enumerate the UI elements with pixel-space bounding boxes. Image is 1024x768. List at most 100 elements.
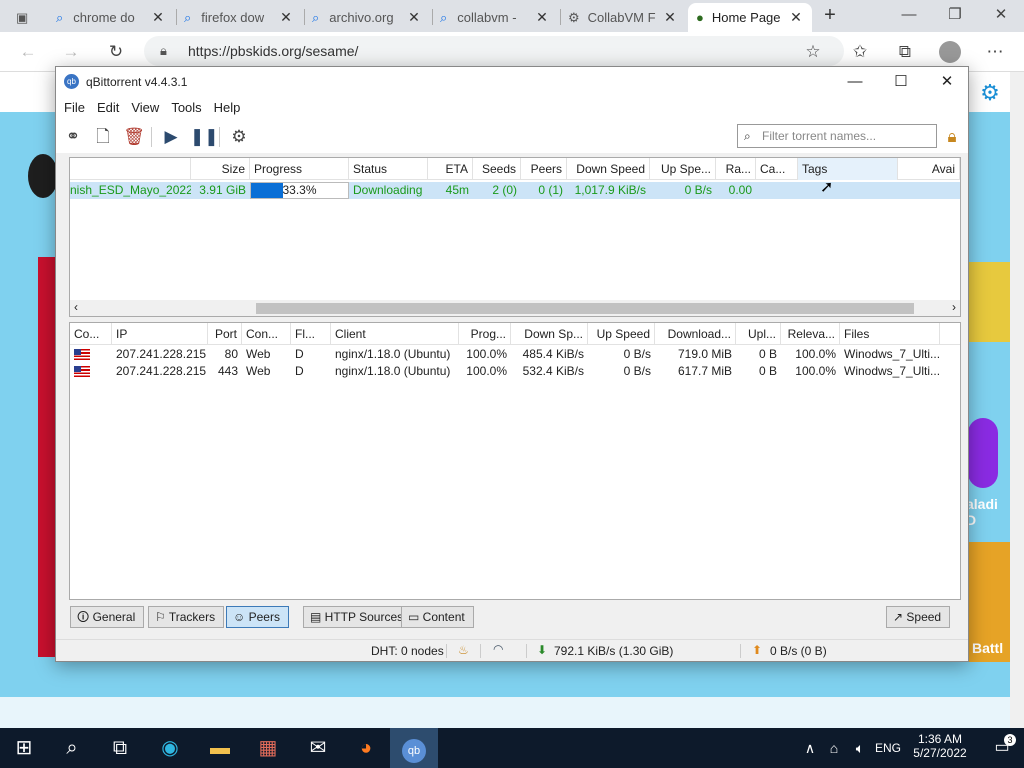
col-name[interactable] [70, 158, 191, 180]
tab-content[interactable]: ▭ Content [401, 606, 474, 628]
browser-tab[interactable]: ⌕ chrome do ✕ [48, 3, 174, 32]
add-torrent-link-icon[interactable]: ⚭ [61, 125, 85, 149]
firefox-icon[interactable]: ◕ [342, 728, 390, 768]
col-country[interactable]: Co... [70, 323, 112, 345]
browser-tab[interactable]: ⚙ CollabVM F ✕ [560, 3, 686, 32]
col-down-speed[interactable]: Down Speed [567, 158, 650, 180]
close-tab-icon[interactable]: ✕ [788, 9, 804, 26]
maximize-icon[interactable]: ☐ [878, 67, 924, 97]
col-size[interactable]: Size [191, 158, 250, 180]
search-icon[interactable]: ⌕ [48, 728, 96, 768]
new-tab-icon[interactable]: + [818, 4, 842, 28]
close-icon[interactable]: ✕ [978, 0, 1024, 30]
task-view-icon[interactable]: ⧉ [96, 728, 144, 768]
restore-icon[interactable]: ❐ [932, 0, 978, 30]
more-menu-icon[interactable]: ⋯ [982, 39, 1008, 65]
filter-torrent-input[interactable]: ⌕ Filter torrent names... [737, 124, 937, 148]
store-icon[interactable]: ▦ [244, 728, 292, 768]
resume-icon[interactable]: ▶ [159, 125, 183, 149]
peer-row[interactable]: 207.241.228.215 80 Web D nginx/1.18.0 (U… [70, 346, 960, 363]
col-peer-progress[interactable]: Prog... [459, 323, 511, 345]
settings-gear-icon[interactable]: ⚙ [977, 80, 1003, 106]
collections-icon[interactable]: ⧉ [892, 39, 918, 65]
col-peers[interactable]: Peers [521, 158, 567, 180]
browser-tab[interactable]: ⌕ firefox dow ✕ [176, 3, 302, 32]
mail-icon[interactable]: ✉ [294, 728, 342, 768]
close-tab-icon[interactable]: ✕ [406, 9, 422, 26]
add-torrent-file-icon[interactable]: 🗋︎ [91, 125, 115, 149]
menu-help[interactable]: Help [208, 97, 247, 118]
profile-icon[interactable] [937, 39, 963, 65]
col-up-speed[interactable]: Up Spe... [650, 158, 716, 180]
close-tab-icon[interactable]: ✕ [278, 9, 294, 26]
close-tab-icon[interactable]: ✕ [662, 9, 678, 26]
scroll-left-icon[interactable]: ‹ [74, 300, 78, 314]
connection-status-icon[interactable]: ♨ [458, 643, 469, 657]
col-category[interactable]: Ca... [756, 158, 798, 180]
scroll-right-icon[interactable]: › [952, 300, 956, 314]
minimize-icon[interactable]: — [832, 67, 878, 97]
notification-icon[interactable]: ▭ 3 [980, 728, 1024, 768]
speed-button[interactable]: ↗ Speed [886, 606, 951, 628]
minimize-icon[interactable]: — [886, 0, 932, 30]
col-peer-down[interactable]: Down Sp... [511, 323, 588, 345]
forward-icon[interactable]: → [58, 39, 84, 65]
add-favorite-icon[interactable]: ☆ [800, 39, 826, 65]
col-availability[interactable]: Avai [898, 158, 960, 180]
address-input[interactable]: 🔒︎ https://pbskids.org/sesame/ [144, 36, 844, 66]
menu-edit[interactable]: Edit [91, 97, 125, 118]
col-files[interactable]: Files [840, 323, 940, 345]
peers-list[interactable]: Co... IP Port Con... Fl... Client Prog..… [69, 322, 961, 600]
tab-general[interactable]: 🛈︎ General [70, 606, 145, 628]
edge-icon[interactable]: ◉ [146, 728, 194, 768]
pause-icon[interactable]: ❚❚ [190, 125, 219, 149]
col-client[interactable]: Client [331, 323, 459, 345]
clock[interactable]: 1:36 AM 5/27/2022 [900, 732, 980, 760]
menu-view[interactable]: View [125, 97, 165, 118]
tab-actions-icon[interactable]: ▣ [8, 3, 40, 32]
delete-torrent-icon[interactable]: 🗑︎ [122, 125, 146, 149]
col-relevance[interactable]: Releva... [781, 323, 840, 345]
tab-trackers[interactable]: ⚐ Trackers [148, 606, 225, 628]
browser-tab[interactable]: ⌕ collabvm - ✕ [432, 3, 558, 32]
col-progress[interactable]: Progress [250, 158, 349, 180]
file-explorer-icon[interactable]: ▬ [196, 728, 244, 768]
close-tab-icon[interactable]: ✕ [534, 9, 550, 26]
menu-file[interactable]: File [58, 97, 91, 118]
peer-row[interactable]: 207.241.228.215 443 Web D nginx/1.18.0 (… [70, 363, 960, 380]
col-peer-downloaded[interactable]: Download... [655, 323, 736, 345]
carousel-next-button[interactable] [968, 418, 998, 488]
start-icon[interactable]: ⊞ [0, 728, 48, 768]
col-seeds[interactable]: Seeds [473, 158, 521, 180]
tab-http-sources[interactable]: ▤ HTTP Sources [303, 606, 413, 628]
col-status[interactable]: Status [349, 158, 428, 180]
close-icon[interactable]: ✕ [924, 67, 970, 97]
network-icon[interactable]: ⌂ [820, 728, 848, 768]
menu-tools[interactable]: Tools [165, 97, 207, 118]
browser-tab-active[interactable]: ● Home Page ✕ [688, 3, 812, 32]
pbs-kids-logo[interactable] [28, 154, 58, 198]
lock-icon[interactable]: 🔒︎ [940, 125, 964, 149]
refresh-icon[interactable]: ↻ [103, 39, 129, 65]
col-eta[interactable]: ETA [428, 158, 473, 180]
volume-icon[interactable]: 🔈︎ [846, 728, 874, 768]
speed-limit-icon[interactable]: ◠ [493, 642, 503, 656]
options-gear-icon[interactable]: ⚙ [227, 125, 251, 149]
col-ip[interactable]: IP [112, 323, 208, 345]
col-flags[interactable]: Fl... [291, 323, 331, 345]
browser-tab[interactable]: ⌕ archivo.org ✕ [304, 3, 430, 32]
col-peer-up[interactable]: Up Speed [588, 323, 655, 345]
close-tab-icon[interactable]: ✕ [150, 9, 166, 26]
torrent-list-hscrollbar[interactable]: ‹ › [70, 300, 960, 316]
qbittorrent-taskbar-icon[interactable]: qb [390, 728, 438, 768]
col-tags[interactable]: Tags [798, 158, 898, 180]
col-peer-uploaded[interactable]: Upl... [736, 323, 781, 345]
back-icon[interactable]: ← [15, 39, 41, 65]
col-connection[interactable]: Con... [242, 323, 291, 345]
tab-peers[interactable]: ☺ Peers [226, 606, 289, 628]
favorites-icon[interactable]: ✩ [847, 39, 873, 65]
col-ratio[interactable]: Ra... [716, 158, 756, 180]
page-scrollbar[interactable] [1010, 72, 1024, 728]
scrollbar-thumb[interactable] [256, 303, 914, 314]
col-port[interactable]: Port [208, 323, 242, 345]
